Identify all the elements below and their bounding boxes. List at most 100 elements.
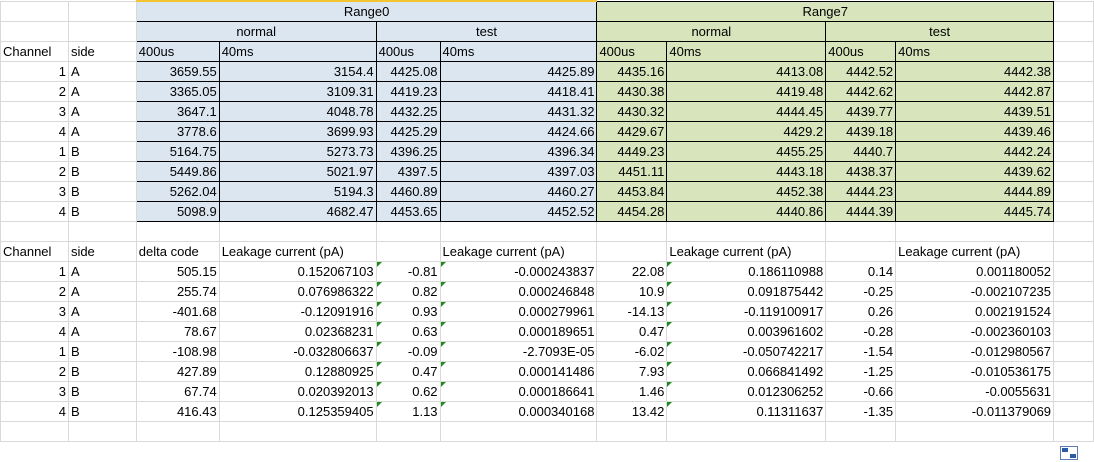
cell-empty[interactable] — [1053, 120, 1094, 142]
cell-channel[interactable]: 2 — [0, 160, 69, 182]
cell-empty[interactable] — [1053, 340, 1094, 362]
cell-r0-test-40ms[interactable]: 4452.52 — [439, 200, 598, 222]
cell-delta-code[interactable]: -401.68 — [135, 300, 220, 322]
cell-r7-test-400us[interactable]: 4438.37 — [825, 160, 897, 182]
paste-options-icon[interactable] — [1060, 446, 1078, 460]
leakage-header-1[interactable]: Leakage current (pA) — [218, 240, 377, 262]
cell-empty[interactable] — [825, 220, 897, 242]
cell-leakage-current[interactable]: 0.066841492 — [666, 360, 827, 382]
cell-delta-code[interactable]: 255.74 — [135, 280, 220, 302]
cell-r7-normal-400us[interactable]: 4429.67 — [596, 120, 668, 142]
cell-r0-normal-40ms[interactable]: 3109.31 — [218, 80, 377, 102]
cell-r7-test-400us[interactable]: 4440.7 — [825, 140, 897, 162]
cell-channel[interactable]: 4 — [0, 200, 69, 222]
cell-r0-test-40ms[interactable]: 4460.27 — [439, 180, 598, 202]
r7-test-40ms-header[interactable]: 40ms — [895, 40, 1055, 62]
cell-r7-normal-40ms[interactable]: 4452.38 — [666, 180, 827, 202]
cell-side[interactable]: B — [67, 180, 137, 202]
cell-side[interactable]: B — [67, 340, 137, 362]
cell-empty[interactable] — [1053, 80, 1094, 102]
cell-r7-test-40ms[interactable]: 4442.87 — [895, 80, 1055, 102]
cell-empty[interactable] — [1053, 100, 1094, 122]
cell-delta-code[interactable]: 7.93 — [596, 360, 668, 382]
r0-normal-400us-header[interactable]: 400us — [135, 40, 220, 62]
cell-r0-test-40ms[interactable]: 4424.66 — [439, 120, 598, 142]
cell-r7-test-400us[interactable]: 4439.18 — [825, 120, 897, 142]
cell-leakage-current[interactable]: 0.000340168 — [439, 400, 598, 422]
cell-delta-code[interactable]: 1.13 — [375, 400, 441, 422]
cell-empty[interactable] — [0, 220, 69, 242]
cell-empty[interactable] — [67, 420, 137, 442]
cell-r0-normal-40ms[interactable]: 5273.73 — [218, 140, 377, 162]
cell-empty[interactable] — [1053, 140, 1094, 162]
cell-r7-normal-40ms[interactable]: 4440.86 — [666, 200, 827, 222]
cell-channel[interactable]: 3 — [0, 300, 69, 322]
cell-side[interactable]: A — [67, 300, 137, 322]
cell-leakage-current[interactable]: 0.000279961 — [439, 300, 598, 322]
cell-leakage-current[interactable]: 0.186110988 — [666, 260, 827, 282]
cell-delta-code[interactable]: -108.98 — [135, 340, 220, 362]
cell-empty[interactable] — [439, 220, 598, 242]
cell-delta-code[interactable]: 1.46 — [596, 380, 668, 402]
cell-channel[interactable]: 1 — [0, 140, 69, 162]
cell-side[interactable]: A — [67, 60, 137, 82]
cell-empty[interactable] — [375, 240, 441, 262]
cell-leakage-current[interactable]: 0.076986322 — [218, 280, 377, 302]
cell-r7-normal-40ms[interactable]: 4444.45 — [666, 100, 827, 122]
cell-empty[interactable] — [375, 420, 441, 442]
cell-r0-test-40ms[interactable]: 4397.03 — [439, 160, 598, 182]
cell-side[interactable]: B — [67, 140, 137, 162]
leakage-header-4[interactable]: Leakage current (pA) — [895, 240, 1055, 262]
cell-leakage-current[interactable]: 0.000186641 — [439, 380, 598, 402]
cell-empty[interactable] — [1053, 280, 1094, 302]
cell-empty[interactable] — [1053, 320, 1094, 342]
cell-channel[interactable]: 3 — [0, 180, 69, 202]
cell-empty[interactable] — [67, 220, 137, 242]
side-header-2[interactable]: side — [67, 240, 137, 262]
cell-r0-test-40ms[interactable]: 4396.34 — [439, 140, 598, 162]
r0-test-40ms-header[interactable]: 40ms — [439, 40, 598, 62]
cell-empty[interactable] — [67, 0, 137, 22]
cell-r7-normal-40ms[interactable]: 4455.25 — [666, 140, 827, 162]
cell-empty[interactable] — [1053, 160, 1094, 182]
cell-r0-test-400us[interactable]: 4396.25 — [375, 140, 441, 162]
cell-r7-test-40ms[interactable]: 4442.24 — [895, 140, 1055, 162]
cell-r0-normal-400us[interactable]: 5262.04 — [135, 180, 220, 202]
cell-r7-normal-400us[interactable]: 4430.38 — [596, 80, 668, 102]
cell-r0-test-40ms[interactable]: 4418.41 — [439, 80, 598, 102]
cell-r7-test-40ms[interactable]: 4444.89 — [895, 180, 1055, 202]
cell-r7-normal-400us[interactable]: 4430.32 — [596, 100, 668, 122]
cell-side[interactable]: B — [67, 400, 137, 422]
cell-side[interactable]: A — [67, 320, 137, 342]
cell-delta-code[interactable]: -14.13 — [596, 300, 668, 322]
cell-empty[interactable] — [1053, 260, 1094, 282]
cell-delta-code[interactable]: 505.15 — [135, 260, 220, 282]
range0-test-header[interactable]: test — [375, 20, 598, 42]
cell-leakage-current[interactable]: 0.152067103 — [218, 260, 377, 282]
cell-delta-code[interactable]: 0.62 — [375, 380, 441, 402]
cell-side[interactable]: B — [67, 200, 137, 222]
cell-leakage-current[interactable]: -0.000243837 — [439, 260, 598, 282]
cell-leakage-current[interactable]: -0.032806637 — [218, 340, 377, 362]
cell-empty[interactable] — [1053, 420, 1094, 442]
cell-empty[interactable] — [1053, 40, 1094, 62]
cell-r0-normal-40ms[interactable]: 4048.78 — [218, 100, 377, 122]
cell-leakage-current[interactable]: 0.000189651 — [439, 320, 598, 342]
cell-delta-code[interactable]: 10.9 — [596, 280, 668, 302]
cell-empty[interactable] — [1053, 180, 1094, 202]
range7-test-header[interactable]: test — [825, 20, 1055, 42]
cell-delta-code[interactable]: 13.42 — [596, 400, 668, 422]
cell-empty[interactable] — [1053, 60, 1094, 82]
cell-leakage-current[interactable]: -0.002107235 — [895, 280, 1055, 302]
leakage-header-2[interactable]: Leakage current (pA) — [439, 240, 598, 262]
cell-leakage-current[interactable]: 0.000246848 — [439, 280, 598, 302]
cell-leakage-current[interactable]: 0.003961602 — [666, 320, 827, 342]
cell-empty[interactable] — [1053, 220, 1094, 242]
cell-channel[interactable]: 1 — [0, 60, 69, 82]
cell-empty[interactable] — [1053, 380, 1094, 402]
cell-r7-test-40ms[interactable]: 4439.51 — [895, 100, 1055, 122]
cell-leakage-current[interactable]: 0.125359405 — [218, 400, 377, 422]
cell-delta-code[interactable]: 0.14 — [825, 260, 897, 282]
cell-delta-code[interactable]: -0.66 — [825, 380, 897, 402]
cell-delta-code[interactable]: 22.08 — [596, 260, 668, 282]
